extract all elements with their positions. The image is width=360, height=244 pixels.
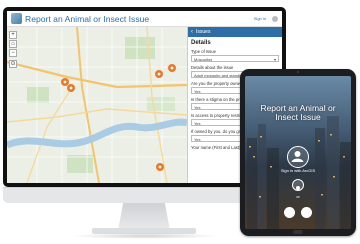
tablet-app-title: Report an Animal or Insect Issue xyxy=(245,104,351,122)
panel-header: ‹ Issues xyxy=(188,27,282,37)
guest-icon xyxy=(296,186,300,190)
facebook-sign-in-button[interactable] xyxy=(284,207,295,218)
field-value: Mosquitos xyxy=(194,57,213,62)
sign-in-link[interactable]: Sign in xyxy=(254,16,266,21)
google-sign-in-button[interactable] xyxy=(301,207,312,218)
mouse-cursor-icon xyxy=(164,18,168,24)
panel-header-title: Issues xyxy=(196,29,211,35)
product-mockup: Report an Animal or Insect Issue Sign in xyxy=(0,0,360,244)
app-header: Report an Animal or Insect Issue Sign in xyxy=(7,11,282,27)
app-logo-icon xyxy=(11,13,22,24)
arcgis-sign-in-button[interactable] xyxy=(287,146,309,168)
home-button[interactable]: ⌂ xyxy=(9,40,17,48)
user-icon xyxy=(291,151,304,162)
home-button-icon xyxy=(293,230,303,234)
locate-button[interactable]: ⊙ xyxy=(9,60,17,68)
tablet-screen: Report an Animal or Insect Issue Sign in… xyxy=(245,76,351,229)
camera-icon xyxy=(297,71,299,73)
user-avatar-icon[interactable] xyxy=(272,15,278,22)
monitor-shadow xyxy=(70,233,220,239)
or-label: or xyxy=(296,194,300,199)
guest-button[interactable] xyxy=(292,179,304,191)
field-label: Type of Issue xyxy=(191,49,216,54)
zoom-out-button[interactable]: − xyxy=(9,49,17,57)
field-value: Yes xyxy=(194,105,201,110)
basemap xyxy=(7,27,187,183)
tablet-device: Report an Animal or Insect Issue Sign in… xyxy=(240,69,356,236)
back-arrow-icon[interactable]: ‹ xyxy=(191,29,193,35)
field-value: Yes xyxy=(194,121,201,126)
issue-type-select[interactable]: Mosquitos ▾ xyxy=(191,55,279,62)
field-value: Yes xyxy=(194,89,201,94)
chevron-down-icon: ▾ xyxy=(273,57,276,62)
monitor-stand xyxy=(118,203,170,230)
zoom-in-button[interactable]: + xyxy=(9,31,17,39)
field-value: Yes xyxy=(194,137,201,142)
panel-section-title: Details xyxy=(191,40,211,46)
tablet-title-line: Insect Issue xyxy=(275,112,321,122)
sign-in-label: Sign in with ArcGIS xyxy=(280,168,316,173)
map-view[interactable]: + ⌂ − ⊙ xyxy=(7,27,187,183)
app-title: Report an Animal or Insect Issue xyxy=(25,13,150,24)
